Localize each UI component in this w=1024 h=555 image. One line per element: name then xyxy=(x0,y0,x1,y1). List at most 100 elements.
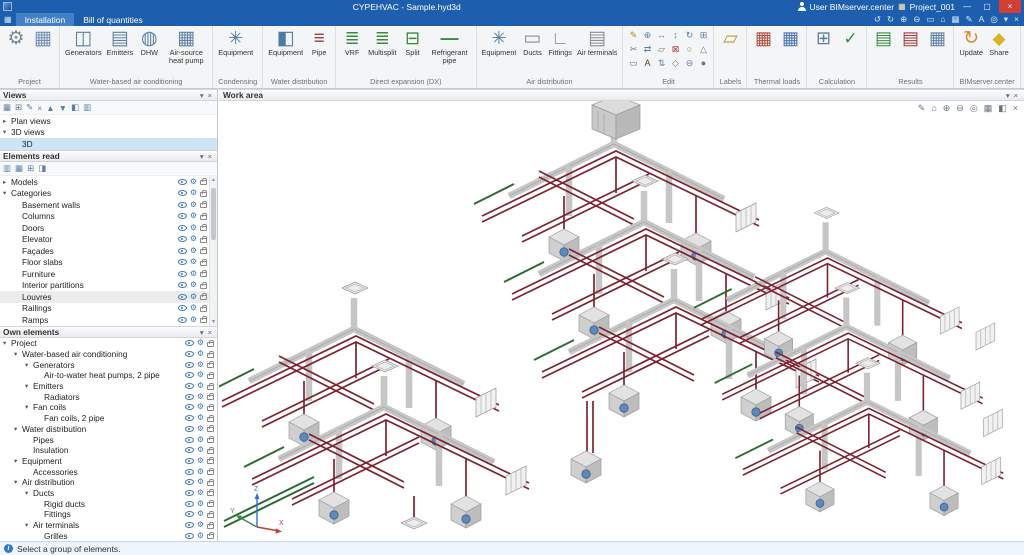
settings-icon[interactable]: ⚙ xyxy=(197,457,204,465)
edit-icon[interactable]: ✎ xyxy=(966,14,973,25)
expand-arrow-icon[interactable]: ▾ xyxy=(25,361,33,369)
lock-icon[interactable] xyxy=(200,192,207,197)
tree-item[interactable]: ▸ Models ⚙ xyxy=(0,176,217,188)
close-icon[interactable]: × xyxy=(206,91,214,100)
view-up-icon[interactable]: ▲ xyxy=(46,103,54,113)
add-icon[interactable]: ⊕ xyxy=(640,28,654,42)
lock-icon[interactable] xyxy=(200,203,207,208)
scrollbar[interactable]: ▲ ▼ xyxy=(209,176,217,326)
visibility-icon[interactable] xyxy=(185,447,194,453)
expand-arrow-icon[interactable]: ▾ xyxy=(3,128,11,136)
visibility-icon[interactable] xyxy=(185,340,194,346)
tab-installation[interactable]: Installation xyxy=(16,13,75,26)
settings-icon[interactable]: ⚙ xyxy=(197,436,204,444)
rotate-icon[interactable]: ↻ xyxy=(682,28,696,42)
drawing-setup-button[interactable]: ▦ xyxy=(30,28,56,49)
edit-view-icon[interactable]: ✎ xyxy=(918,103,926,114)
settings-icon[interactable]: ⚙ xyxy=(190,258,197,266)
settings-icon[interactable]: ⚙ xyxy=(190,293,197,301)
settings-icon[interactable]: ⚙ xyxy=(190,224,197,232)
settings-icon[interactable]: ⚙ xyxy=(197,350,204,358)
expand-arrow-icon[interactable]: ▾ xyxy=(25,489,33,497)
tree-item[interactable]: Façades ⚙ xyxy=(0,245,217,257)
tree-item[interactable]: Air-to-water heat pumps, 2 pipe ⚙ xyxy=(0,370,217,381)
delete-icon[interactable]: ⊠ xyxy=(668,42,682,56)
expand-arrow-icon[interactable]: ▾ xyxy=(25,403,33,411)
tree-item[interactable]: Radiators ⚙ xyxy=(0,391,217,402)
scroll-up-icon[interactable]: ▲ xyxy=(210,176,217,184)
results-report-button[interactable]: ▤ xyxy=(870,28,896,49)
lock-icon[interactable] xyxy=(207,417,214,422)
view-down-icon[interactable]: ▼ xyxy=(59,103,67,113)
visibility-icon[interactable] xyxy=(185,490,194,496)
heating-loads-button[interactable]: ▦ xyxy=(750,28,776,49)
results-tables-button[interactable]: ▦ xyxy=(924,28,950,49)
refrigerant-pipe-button[interactable]: — Refrigerant pipe xyxy=(427,28,473,65)
tree-item[interactable]: Ramps ⚙ xyxy=(0,314,217,326)
settings-icon[interactable]: ⚙ xyxy=(190,304,197,312)
tree-item[interactable]: ▾ Project ⚙ xyxy=(0,338,217,349)
zoom-out-icon[interactable]: ⊖ xyxy=(956,103,964,114)
settings-icon[interactable]: ⚙ xyxy=(190,189,197,197)
lock-icon[interactable] xyxy=(207,395,214,400)
lock-icon[interactable] xyxy=(207,481,214,486)
orbit-icon[interactable]: ◎ xyxy=(970,103,978,114)
visibility-icon[interactable] xyxy=(178,202,187,208)
app-menu-icon[interactable]: ▦ xyxy=(0,15,16,24)
collapse-icon[interactable]: ▾ xyxy=(1004,91,1012,100)
lock-icon[interactable] xyxy=(200,272,207,277)
update-button[interactable]: ↻ Update xyxy=(957,28,985,65)
visibility-icon[interactable] xyxy=(185,372,194,378)
air-terminals-button[interactable]: ▤ Air terminals xyxy=(575,28,620,65)
lock-icon[interactable] xyxy=(207,449,214,454)
lock-icon[interactable] xyxy=(200,295,207,300)
settings-icon[interactable]: ⚙ xyxy=(190,316,197,324)
subtract-icon[interactable]: ⊖ xyxy=(682,56,696,70)
settings-icon[interactable]: ⚙ xyxy=(190,201,197,209)
grid-icon[interactable]: ▦ xyxy=(984,103,993,114)
tree-item[interactable]: ▾ Water distribution ⚙ xyxy=(0,424,217,435)
close-button[interactable]: × xyxy=(999,0,1021,13)
visibility-icon[interactable] xyxy=(178,305,187,311)
lock-icon[interactable] xyxy=(207,534,214,539)
tree-item[interactable]: ▾ Ducts ⚙ xyxy=(0,488,217,499)
tab-bill-of-quantities[interactable]: Bill of quantities xyxy=(74,13,152,26)
lock-icon[interactable] xyxy=(207,374,214,379)
user-label[interactable]: User BIMserver.center xyxy=(810,2,895,12)
visibility-icon[interactable] xyxy=(185,404,194,410)
expand-arrow-icon[interactable]: ▾ xyxy=(14,425,22,433)
settings-icon[interactable]: ⚙ xyxy=(197,489,204,497)
tree-item[interactable]: ▸ Plan views xyxy=(0,115,217,127)
visibility-icon[interactable] xyxy=(178,225,187,231)
tree-item[interactable]: Columns ⚙ xyxy=(0,211,217,223)
ducts-button[interactable]: ▭ Ducts xyxy=(519,28,545,65)
mirror-icon[interactable]: ⇄ xyxy=(640,42,654,56)
settings-icon[interactable]: ⚙ xyxy=(197,371,204,379)
elements-list-icon[interactable]: ▥ xyxy=(3,163,11,174)
measure-icon[interactable]: ⇅ xyxy=(654,56,668,70)
point-icon[interactable]: ● xyxy=(696,56,710,70)
lock-icon[interactable] xyxy=(200,215,207,220)
visibility-icon[interactable] xyxy=(178,190,187,196)
triangle-icon[interactable]: △ xyxy=(696,42,710,56)
tree-item[interactable]: Grilles ⚙ xyxy=(0,530,217,541)
more-icon[interactable]: ▾ xyxy=(1004,14,1008,25)
view-duplicate-icon[interactable]: ◧ xyxy=(71,102,79,113)
settings-icon[interactable]: ⚙ xyxy=(197,339,204,347)
lock-icon[interactable] xyxy=(207,363,214,368)
expand-arrow-icon[interactable]: ▸ xyxy=(3,178,11,186)
air-equipment-button[interactable]: ✳ Equipment xyxy=(480,28,519,65)
fittings-button[interactable]: ∟ Fittings xyxy=(546,28,574,65)
visibility-icon[interactable] xyxy=(178,213,187,219)
tree-item[interactable]: ▾ Emitters ⚙ xyxy=(0,381,217,392)
general-options-button[interactable]: ⚙ xyxy=(3,28,29,49)
lock-icon[interactable] xyxy=(200,249,207,254)
expand-arrow-icon[interactable]: ▾ xyxy=(25,382,33,390)
visibility-icon[interactable] xyxy=(178,294,187,300)
condensing-equipment-button[interactable]: ✳ Equipment xyxy=(216,28,255,65)
lock-icon[interactable] xyxy=(207,406,214,411)
tree-item[interactable]: Furniture ⚙ xyxy=(0,268,217,280)
lock-icon[interactable] xyxy=(207,459,214,464)
close-icon[interactable]: × xyxy=(206,328,214,337)
minimize-button[interactable]: — xyxy=(959,0,975,13)
